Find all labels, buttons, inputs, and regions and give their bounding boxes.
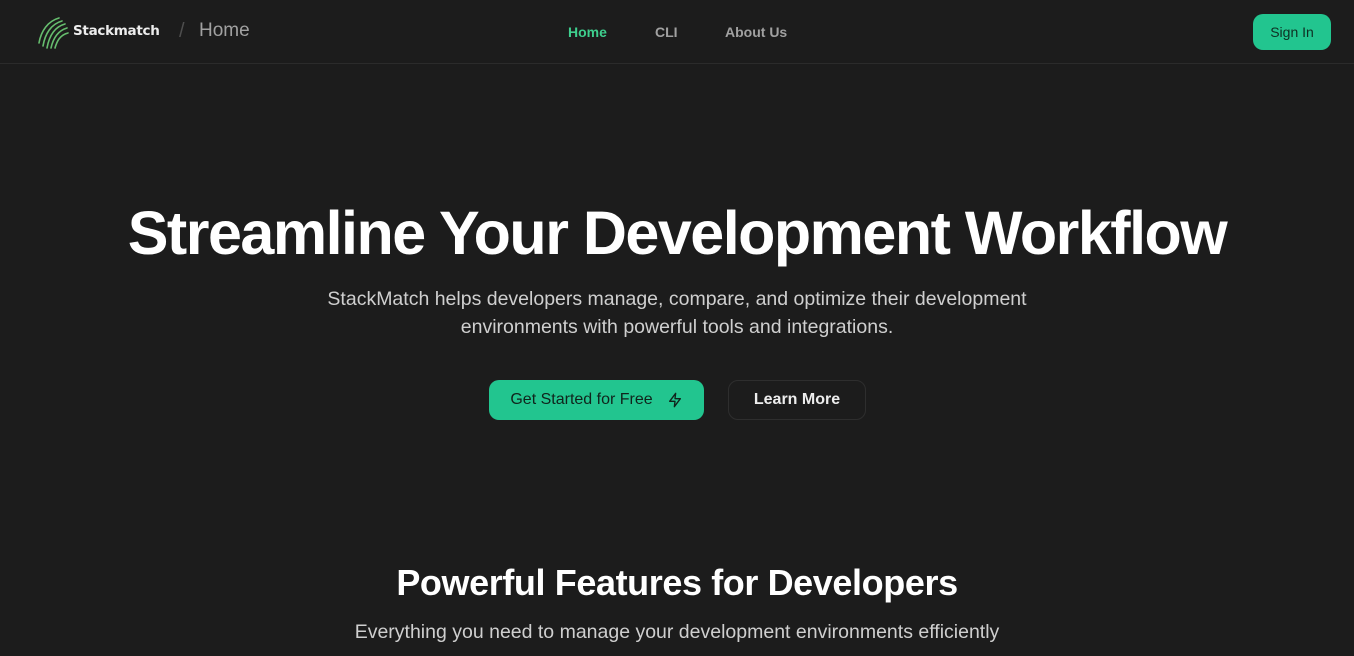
hero-subtitle: StackMatch helps developers manage, comp… bbox=[327, 288, 1027, 338]
hero-title: Streamline Your Development Workflow bbox=[127, 199, 1228, 267]
breadcrumb-current-page: Home bbox=[199, 20, 250, 41]
sign-in-label: Sign In bbox=[1270, 24, 1314, 40]
sign-in-button[interactable]: Sign In bbox=[1253, 14, 1331, 50]
brand-logo[interactable]: Stackmatch bbox=[35, 13, 160, 49]
features-subtitle: Everything you need to manage your devel… bbox=[354, 621, 1000, 643]
get-started-label: Get Started for Free bbox=[510, 391, 653, 408]
nav-link-home[interactable]: Home bbox=[568, 24, 607, 40]
breadcrumb-separator: / bbox=[179, 20, 185, 42]
brand-name: Stackmatch bbox=[73, 23, 160, 39]
site-header: Stackmatch / Home Home CLI About Us Sign… bbox=[0, 0, 1354, 64]
features-title: Powerful Features for Developers bbox=[396, 562, 958, 603]
learn-more-button[interactable]: Learn More bbox=[728, 380, 866, 420]
lightning-icon bbox=[668, 392, 681, 408]
get-started-button[interactable]: Get Started for Free bbox=[489, 380, 704, 420]
stackmatch-logo-icon bbox=[38, 17, 69, 49]
learn-more-label: Learn More bbox=[753, 391, 841, 408]
nav-link-about-us[interactable]: About Us bbox=[725, 24, 787, 40]
nav-link-cli[interactable]: CLI bbox=[655, 24, 678, 40]
